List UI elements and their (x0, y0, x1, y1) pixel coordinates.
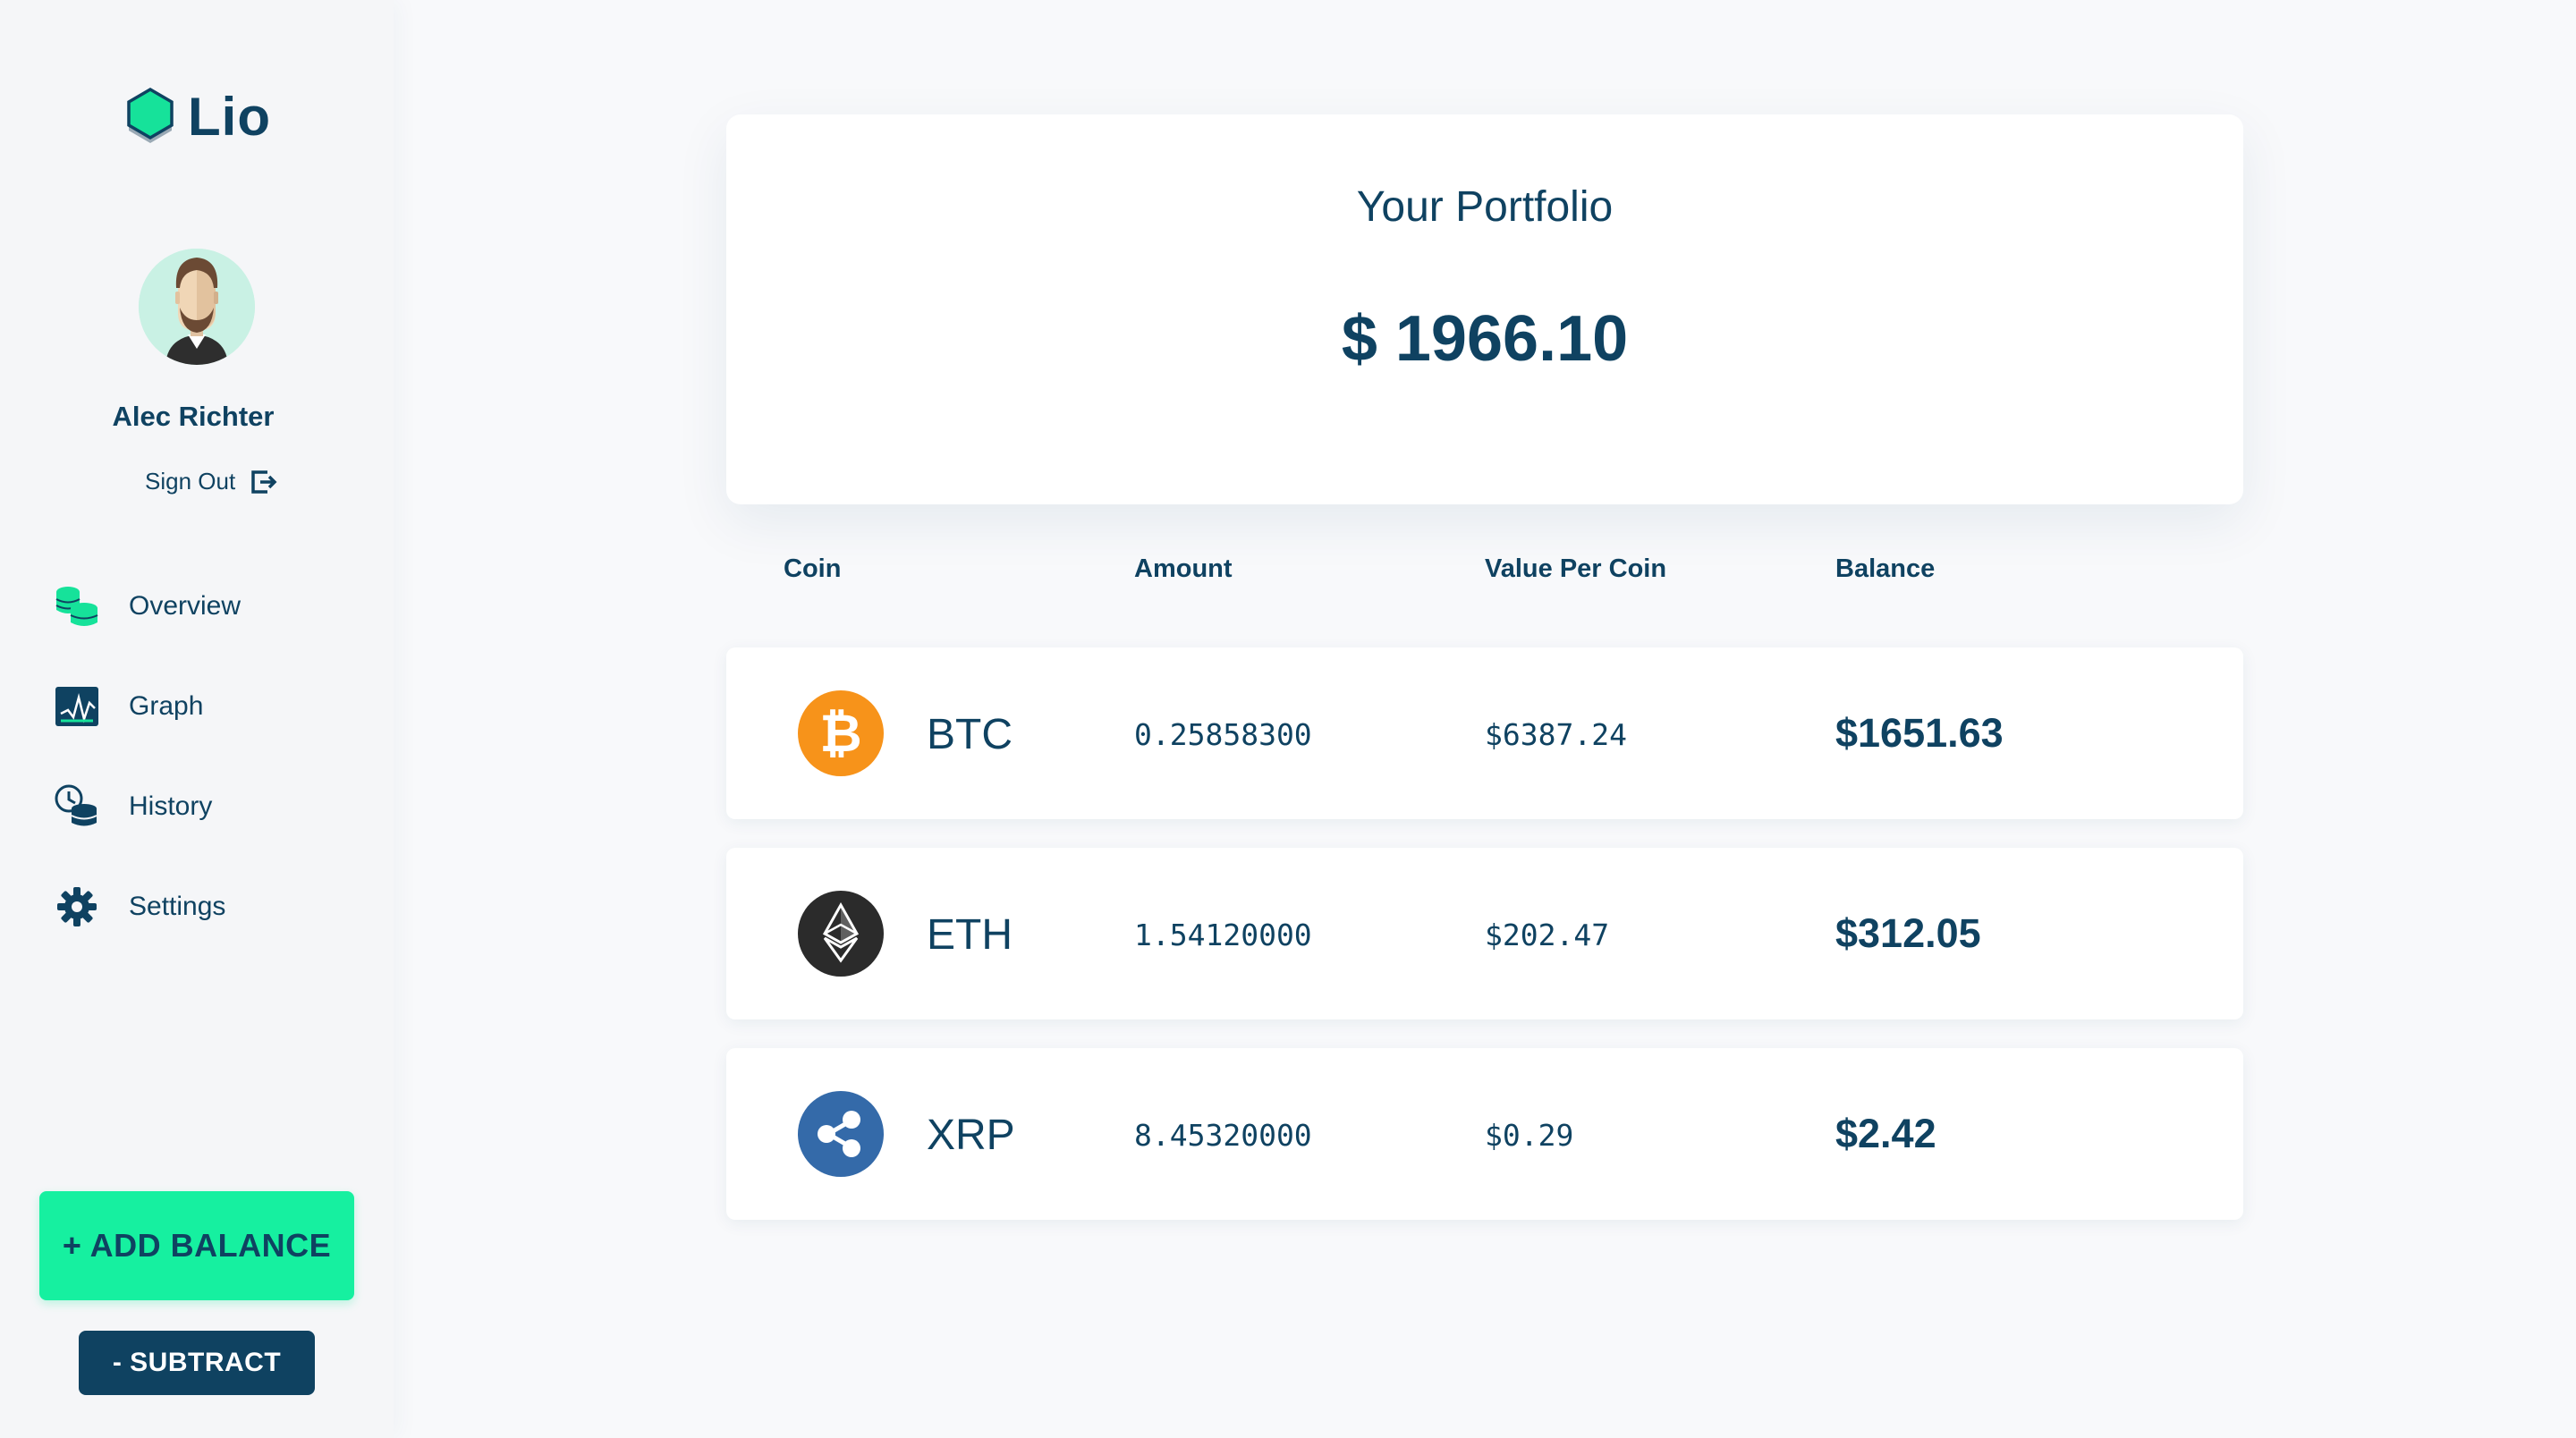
coin-symbol: BTC (927, 711, 1013, 758)
table-header: Coin Amount Value Per Coin Balance (0, 554, 2576, 590)
logo[interactable]: Lio (125, 86, 271, 148)
coin-row-xrp[interactable]: XRP 8.45320000 $0.29 $2.42 (726, 1048, 2243, 1220)
coin-amount: 0.25858300 (1134, 717, 1312, 752)
coin-symbol: XRP (927, 1112, 1015, 1159)
app-name: Lio (188, 87, 271, 147)
coin-value-per-coin: $0.29 (1485, 1118, 1574, 1153)
coin-amount: 8.45320000 (1134, 1118, 1312, 1153)
nav-item-label: Graph (129, 691, 204, 721)
column-header-amount: Amount (1134, 554, 1233, 583)
sidebar: Lio Alec Richter Sign Out Overview Graph… (0, 0, 394, 1438)
history-icon (54, 783, 100, 830)
column-header-coin: Coin (784, 554, 842, 583)
ripple-icon (798, 1091, 884, 1177)
coin-row-eth[interactable]: ETH 1.54120000 $202.47 $312.05 (726, 848, 2243, 1019)
coin-symbol: ETH (927, 911, 1013, 959)
gear-icon (54, 884, 100, 930)
coin-value-per-coin: $6387.24 (1485, 717, 1627, 752)
column-header-value: Value Per Coin (1485, 554, 1667, 583)
add-balance-button[interactable]: + ADD BALANCE (39, 1191, 354, 1300)
nav-item-graph[interactable]: Graph (54, 681, 241, 732)
coin-value-per-coin: $202.47 (1485, 918, 1610, 952)
column-header-balance: Balance (1835, 554, 1936, 583)
portfolio-card: Your Portfolio $ 1966.10 (726, 114, 2243, 504)
svg-text:₿: ₿ (819, 703, 861, 764)
hexagon-logo-icon (127, 87, 174, 143)
sign-out-label: Sign Out (145, 467, 236, 495)
nav-item-label: Settings (129, 892, 226, 921)
chart-icon (54, 683, 100, 730)
coin-balance: $312.05 (1835, 910, 1981, 956)
avatar (139, 249, 255, 365)
coin-balance: $1651.63 (1835, 710, 2004, 756)
portfolio-total: $ 1966.10 (1341, 303, 1629, 375)
coin-amount: 1.54120000 (1134, 918, 1312, 952)
ethereum-icon (798, 891, 884, 977)
nav-item-label: Overview (129, 591, 242, 621)
nav-item-settings[interactable]: Settings (54, 882, 241, 932)
portfolio-title: Your Portfolio (1356, 183, 1614, 231)
user-name: Alec Richter (112, 401, 275, 432)
nav-item-history[interactable]: History (54, 782, 241, 832)
sidebar-nav: Overview Graph History Settings (54, 581, 241, 982)
coin-row-btc[interactable]: ₿ BTC 0.25858300 $6387.24 $1651.63 (726, 647, 2243, 819)
bitcoin-icon: ₿ (798, 690, 884, 776)
sign-out-link[interactable]: Sign Out (145, 467, 278, 495)
nav-item-label: History (129, 791, 213, 821)
subtract-button[interactable]: - SUBTRACT (79, 1331, 315, 1395)
sign-out-icon (251, 470, 277, 494)
coin-balance: $2.42 (1835, 1111, 1936, 1156)
